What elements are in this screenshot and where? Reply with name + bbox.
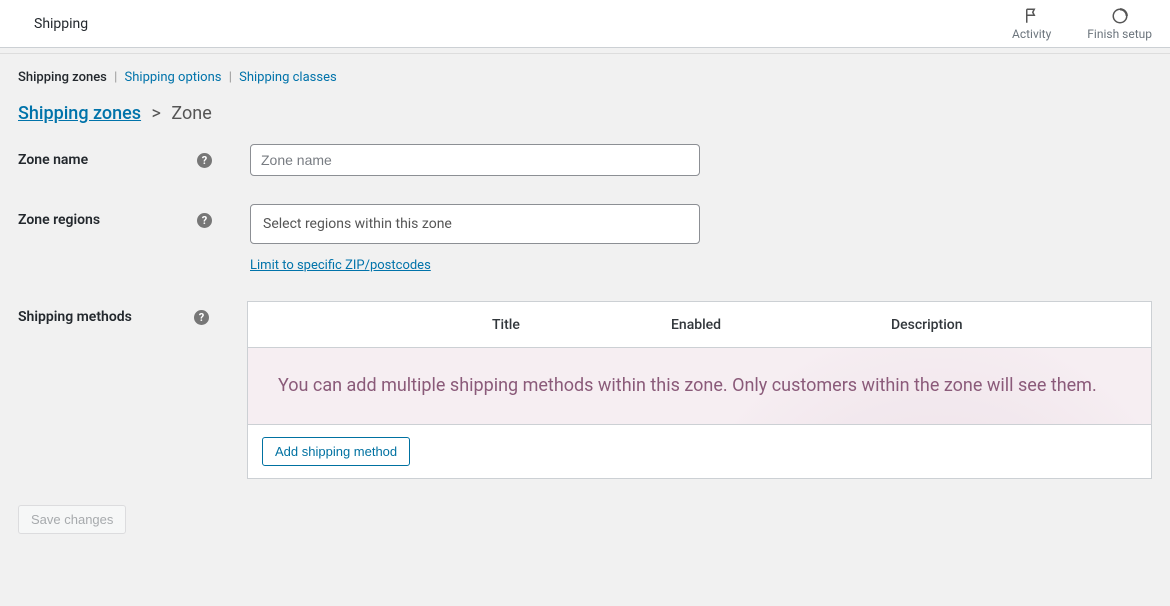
shipping-methods-table: Title Enabled Description You can add mu… xyxy=(247,301,1152,479)
table-footer: Add shipping method xyxy=(248,425,1151,478)
help-icon[interactable]: ? xyxy=(194,310,209,325)
breadcrumb-current: Zone xyxy=(171,103,211,124)
zone-regions-select[interactable]: Select regions within this zone xyxy=(250,204,700,244)
help-icon[interactable]: ? xyxy=(197,213,212,228)
breadcrumb-root[interactable]: Shipping zones xyxy=(18,103,141,124)
help-icon[interactable]: ? xyxy=(197,153,212,168)
empty-state-text: You can add multiple shipping methods wi… xyxy=(248,348,1151,425)
col-description: Description xyxy=(891,317,1151,333)
breadcrumb-separator: > xyxy=(146,103,167,124)
zone-form: Zone name ? Zone regions ? Select region… xyxy=(0,138,1170,499)
activity-button[interactable]: Activity xyxy=(994,0,1069,48)
breadcrumb: Shipping zones > Zone xyxy=(0,91,1170,138)
zone-name-label: Zone name xyxy=(18,152,88,168)
page-title: Shipping xyxy=(34,16,88,32)
subnav-options[interactable]: Shipping options xyxy=(125,70,222,85)
subnav-classes[interactable]: Shipping classes xyxy=(239,70,337,85)
save-changes-button[interactable]: Save changes xyxy=(18,505,126,534)
zone-regions-label: Zone regions xyxy=(18,212,100,228)
col-enabled: Enabled xyxy=(671,317,891,333)
row-zone-name: Zone name ? xyxy=(18,144,1152,176)
zone-name-input[interactable] xyxy=(250,144,700,176)
zone-regions-placeholder: Select regions within this zone xyxy=(263,216,452,232)
limit-zip-link[interactable]: Limit to specific ZIP/postcodes xyxy=(250,258,431,273)
col-title: Title xyxy=(292,317,671,333)
shipping-methods-label: Shipping methods xyxy=(18,309,132,325)
row-zone-regions: Zone regions ? Select regions within thi… xyxy=(18,204,1152,273)
finish-setup-label: Finish setup xyxy=(1087,27,1152,41)
shipping-subnav: Shipping zones | Shipping options | Ship… xyxy=(0,54,1170,91)
finish-setup-button[interactable]: Finish setup xyxy=(1069,0,1170,48)
add-shipping-method-button[interactable]: Add shipping method xyxy=(262,437,410,466)
flag-icon xyxy=(1023,7,1041,25)
progress-circle-icon xyxy=(1111,7,1129,25)
subnav-zones[interactable]: Shipping zones xyxy=(18,70,107,85)
table-header: Title Enabled Description xyxy=(248,302,1151,348)
top-bar: Shipping Activity Finish setup xyxy=(0,0,1170,48)
activity-label: Activity xyxy=(1012,27,1051,41)
row-shipping-methods: Shipping methods ? Title Enabled Descrip… xyxy=(18,301,1152,479)
